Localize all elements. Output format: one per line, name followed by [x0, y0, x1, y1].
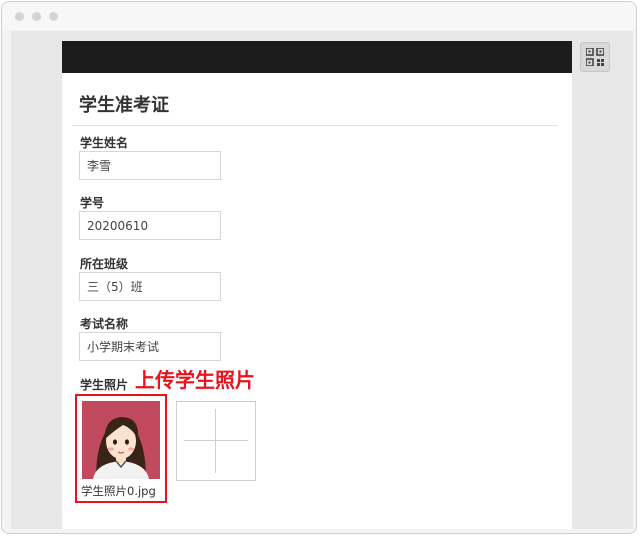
student-photo-thumbnail[interactable] — [82, 401, 160, 479]
window-control-dot[interactable] — [49, 12, 58, 21]
student-id-label: 学号 — [80, 196, 105, 210]
window-titlebar — [2, 2, 636, 30]
page-viewport: 学生准考证 学生姓名 学号 所在班级 考试名称 学生照片 上传学生照片 — [11, 31, 633, 529]
top-bar — [62, 41, 572, 73]
class-label: 所在班级 — [80, 257, 129, 271]
browser-window: 学生准考证 学生姓名 学号 所在班级 考试名称 学生照片 上传学生照片 — [1, 1, 637, 534]
photo-file-name: 学生照片0.jpg — [81, 484, 156, 498]
name-label: 学生姓名 — [80, 136, 129, 150]
qr-code-icon — [586, 48, 604, 66]
student-avatar-illustration — [93, 417, 149, 479]
title-divider — [72, 125, 558, 126]
photo-label: 学生照片 — [80, 378, 129, 392]
qr-code-button[interactable] — [580, 42, 610, 72]
window-control-dot[interactable] — [32, 12, 41, 21]
class-field[interactable] — [79, 272, 221, 301]
upload-photo-button[interactable] — [176, 401, 256, 481]
exam-name-label: 考试名称 — [80, 317, 129, 331]
form-page: 学生准考证 学生姓名 学号 所在班级 考试名称 学生照片 上传学生照片 — [62, 41, 572, 529]
window-control-dot[interactable] — [15, 12, 24, 21]
name-field[interactable] — [79, 151, 221, 180]
student-id-field[interactable] — [79, 211, 221, 240]
upload-annotation: 上传学生照片 — [135, 368, 255, 392]
page-title: 学生准考证 — [79, 95, 169, 116]
uploaded-photo[interactable]: 学生照片0.jpg — [75, 394, 167, 503]
exam-name-field[interactable] — [79, 332, 221, 361]
